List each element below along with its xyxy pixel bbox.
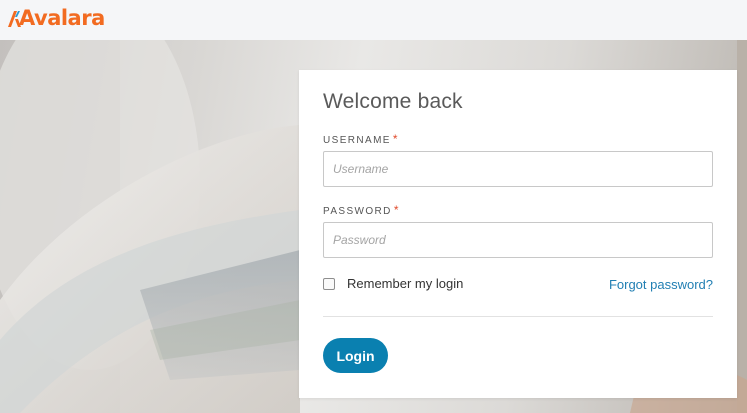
forgot-password-link[interactable]: Forgot password?: [609, 277, 713, 292]
password-label-text: PASSWORD: [323, 206, 392, 217]
password-input[interactable]: [323, 222, 713, 258]
page-title: Welcome back: [323, 90, 463, 113]
username-input[interactable]: [323, 151, 713, 187]
username-label: USERNAME *: [323, 132, 399, 146]
divider: [323, 316, 713, 317]
password-label: PASSWORD *: [323, 203, 400, 217]
login-button[interactable]: Login: [323, 338, 388, 373]
avalara-logo[interactable]: Avalara: [8, 4, 105, 32]
remember-checkbox[interactable]: [323, 277, 335, 290]
logo-text: Avalara: [19, 6, 105, 30]
username-label-text: USERNAME: [323, 135, 391, 146]
top-bar: Avalara: [0, 0, 747, 40]
login-card: Welcome back USERNAME* PASSWORD* Remembe…: [299, 70, 737, 398]
remember-login[interactable]: Remember my login: [323, 276, 463, 291]
required-marker: *: [393, 203, 400, 217]
remember-label: Remember my login: [347, 276, 464, 291]
required-marker: *: [392, 132, 399, 146]
